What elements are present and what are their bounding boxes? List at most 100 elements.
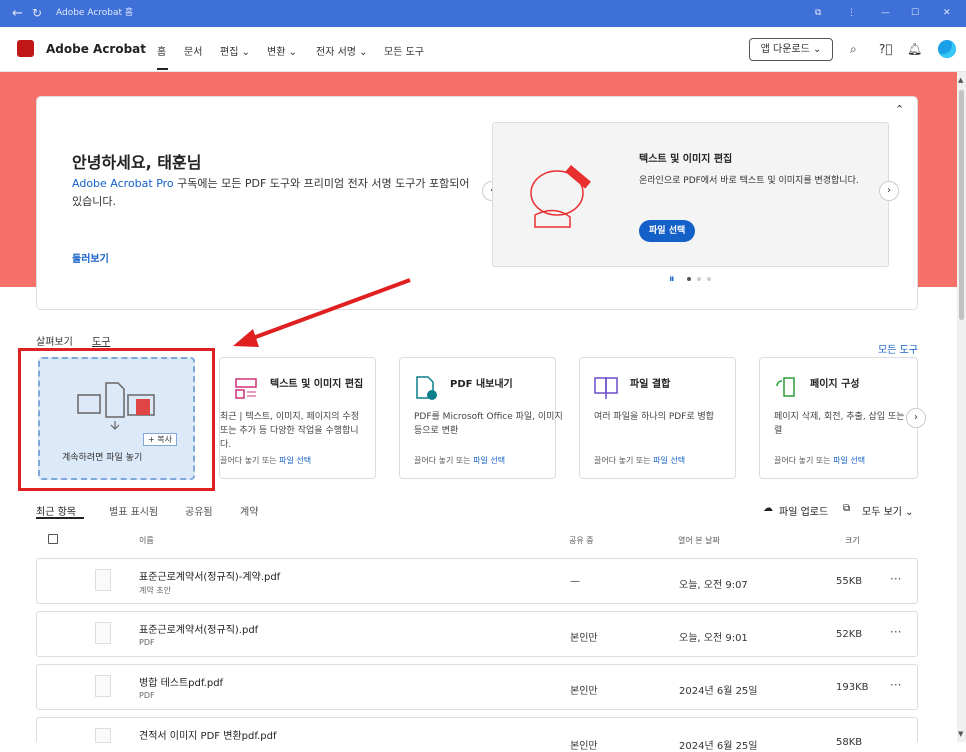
avatar[interactable] xyxy=(938,40,956,58)
column-header-opened[interactable]: 열어 본 날짜 xyxy=(678,535,720,546)
table-row[interactable]: 표준근로계약서(정규직).pdf PDF 본인만 오늘, 오전 9:01 52K… xyxy=(36,611,918,657)
nav-esign[interactable]: 전자 서명 ⌄ xyxy=(316,43,368,58)
nav-convert[interactable]: 변환 ⌄ xyxy=(267,43,297,58)
tools-next-button[interactable]: › xyxy=(906,408,926,428)
tool-description: 페이지 삭제, 회전, 추출, 삽입 또는 재정렬 xyxy=(774,412,924,436)
tour-link[interactable]: 둘러보기 xyxy=(72,250,109,265)
nav-home[interactable]: 홈 xyxy=(157,43,166,58)
file-size: 55KB xyxy=(836,576,863,587)
file-thumbnail xyxy=(95,675,111,697)
tab-explore[interactable]: 살펴보기 xyxy=(36,333,73,348)
help-icon[interactable]: ?⃝ xyxy=(879,42,893,56)
carousel-pagination: ⏸︎ xyxy=(669,272,729,286)
carousel-dot[interactable] xyxy=(707,277,711,281)
tab-recent[interactable]: 최근 항목 xyxy=(36,503,76,518)
upload-file-button[interactable]: 파일 업로드 xyxy=(779,503,828,518)
file-shared: 본인만 xyxy=(570,686,598,697)
table-row[interactable]: 병합 테스트pdf.pdf PDF 본인만 2024년 6월 25일 193KB… xyxy=(36,664,918,710)
file-shared: — xyxy=(570,576,580,587)
file-opened: 2024년 6월 25일 xyxy=(679,741,758,752)
file-name[interactable]: 견적서 이미지 PDF 변환pdf.pdf xyxy=(139,727,277,742)
minimize-icon[interactable]: — xyxy=(881,6,890,21)
nav-edit[interactable]: 편집 ⌄ xyxy=(220,43,250,58)
file-name[interactable]: 표준근로계약서(정규직)-계약.pdf xyxy=(139,568,280,583)
tool-card-edit[interactable]: 텍스트 및 이미지 편집 최근 | 텍스트, 이미지, 페이지의 수정 또는 추… xyxy=(219,357,376,479)
nav-active-indicator xyxy=(157,68,168,70)
file-type: PDF xyxy=(139,638,155,647)
tool-description: PDF를 Microsoft Office 파일, 이미지 등으로 변환 xyxy=(414,412,563,436)
carousel-dot[interactable] xyxy=(697,277,701,281)
scrollbar[interactable]: ▲ ▼ xyxy=(957,72,966,742)
file-size: 52KB xyxy=(836,629,863,640)
edit-text-image-icon xyxy=(235,378,257,399)
file-opened: 2024년 6월 25일 xyxy=(679,686,758,697)
promo-title: 텍스트 및 이미지 편집 xyxy=(639,154,733,165)
brand-name[interactable]: Adobe Acrobat xyxy=(46,42,146,56)
nav-documents[interactable]: 문서 xyxy=(184,43,202,58)
tool-description: 최근 | 텍스트, 이미지, 페이지의 수정 또는 추가 등 다양한 작업을 수… xyxy=(220,412,359,450)
tool-hint: 끌어다 놓기 또는 파일 선택 xyxy=(774,455,865,466)
edit-illustration-icon xyxy=(530,165,591,228)
tool-card-export-pdf[interactable]: PDF 내보내기 PDF를 Microsoft Office 파일, 이미지 등… xyxy=(399,357,563,479)
file-name[interactable]: 표준근로계약서(정규직).pdf xyxy=(139,621,258,636)
tool-select-file-link[interactable]: 파일 선택 xyxy=(833,456,865,465)
window-titlebar: ← ↻ Adobe Acrobat 홈 ⧉ ⋮ — ☐ ✕ xyxy=(0,0,966,27)
welcome-panel: ⌃ 안녕하세요, 태훈님 Adobe Acrobat Pro 구독에는 모든 P… xyxy=(36,96,918,310)
tool-select-file-link[interactable]: 파일 선택 xyxy=(653,456,685,465)
table-row[interactable]: 견적서 이미지 PDF 변환pdf.pdf 본인만 2024년 6월 25일 5… xyxy=(36,717,918,752)
tool-description: 여러 파일을 하나의 PDF로 병합 xyxy=(594,412,715,422)
view-all-button[interactable]: 모두 보기 ⌄ xyxy=(862,503,914,518)
view-toggle-icon[interactable]: ⧉ xyxy=(843,503,850,514)
refresh-icon[interactable]: ↻ xyxy=(32,6,42,21)
tool-card-organize[interactable]: 페이지 구성 페이지 삭제, 회전, 추출, 삽입 또는 재정렬 끌어다 놓기 … xyxy=(759,357,924,479)
tab-shared[interactable]: 공유됨 xyxy=(185,503,213,518)
nav-all-tools[interactable]: 모든 도구 xyxy=(384,43,424,58)
tool-hint: 끌어다 놓기 또는 파일 선택 xyxy=(594,455,685,466)
greeting-description: Adobe Acrobat Pro 구독에는 모든 PDF 도구와 프리미엄 전… xyxy=(72,175,472,211)
tab-starred[interactable]: 별표 표시됨 xyxy=(109,503,158,518)
plan-name[interactable]: Adobe Acrobat Pro xyxy=(72,177,174,190)
more-icon[interactable]: ⋮ xyxy=(847,6,856,21)
more-options-icon[interactable]: ··· xyxy=(890,678,901,692)
tab-agreements[interactable]: 계약 xyxy=(240,503,258,518)
scroll-down-icon[interactable]: ▼ xyxy=(958,730,963,738)
more-options-icon[interactable]: ··· xyxy=(890,572,901,586)
file-thumbnail xyxy=(95,622,111,644)
column-header-size[interactable]: 크기 xyxy=(845,535,860,546)
select-all-checkbox[interactable] xyxy=(48,534,58,544)
column-header-shared[interactable]: 공유 중 xyxy=(569,535,594,546)
more-options-icon[interactable]: ··· xyxy=(890,625,901,639)
file-name[interactable]: 병합 테스트pdf.pdf xyxy=(139,674,223,689)
upload-cloud-icon[interactable]: ☁︎ xyxy=(763,503,773,514)
organize-pages-icon xyxy=(776,377,795,397)
download-app-button[interactable]: 앱 다운로드 ⌄ xyxy=(749,38,833,61)
tool-select-file-link[interactable]: 파일 선택 xyxy=(279,456,311,465)
carousel-next-button[interactable]: › xyxy=(879,181,899,201)
maximize-icon[interactable]: ☐ xyxy=(911,6,919,21)
tool-title: 파일 결합 xyxy=(630,379,671,390)
collapse-chevron-icon[interactable]: ⌃ xyxy=(895,103,904,116)
promo-description: 온라인으로 PDF에서 바로 텍스트 및 이미지를 변경합니다. xyxy=(639,176,859,186)
extensions-icon[interactable]: ⧉ xyxy=(815,6,821,21)
select-file-button[interactable]: 파일 선택 xyxy=(639,220,696,242)
back-icon[interactable]: ← xyxy=(12,6,23,21)
pause-icon[interactable]: ⏸︎ xyxy=(669,272,675,286)
tool-hint-text: 끌어다 놓기 또는 xyxy=(220,456,280,465)
search-icon[interactable]: ⌕ xyxy=(850,42,857,57)
all-tools-link[interactable]: 모든 도구 xyxy=(878,341,918,356)
scroll-up-icon[interactable]: ▲ xyxy=(958,76,963,84)
notification-bell-icon[interactable]: 🔔︎ xyxy=(907,42,922,56)
file-thumbnail xyxy=(95,728,111,743)
tool-select-file-link[interactable]: 파일 선택 xyxy=(473,456,505,465)
tool-title: 페이지 구성 xyxy=(810,379,860,390)
acrobat-logo-icon[interactable] xyxy=(17,40,34,57)
column-header-name[interactable]: 이름 xyxy=(139,535,154,546)
table-row[interactable]: 표준근로계약서(정규직)-계약.pdf 계약 초안 — 오늘, 오전 9:07 … xyxy=(36,558,918,604)
close-icon[interactable]: ✕ xyxy=(943,6,951,21)
tool-hint-text: 끌어다 놓기 또는 xyxy=(414,456,474,465)
file-type: 계약 초안 xyxy=(139,586,171,595)
tab-tools[interactable]: 도구 xyxy=(92,333,110,348)
scrollbar-thumb[interactable] xyxy=(959,90,964,320)
tool-card-combine[interactable]: 파일 결합 여러 파일을 하나의 PDF로 병합 끌어다 놓기 또는 파일 선택 xyxy=(579,357,736,479)
carousel-dot[interactable] xyxy=(687,277,691,281)
